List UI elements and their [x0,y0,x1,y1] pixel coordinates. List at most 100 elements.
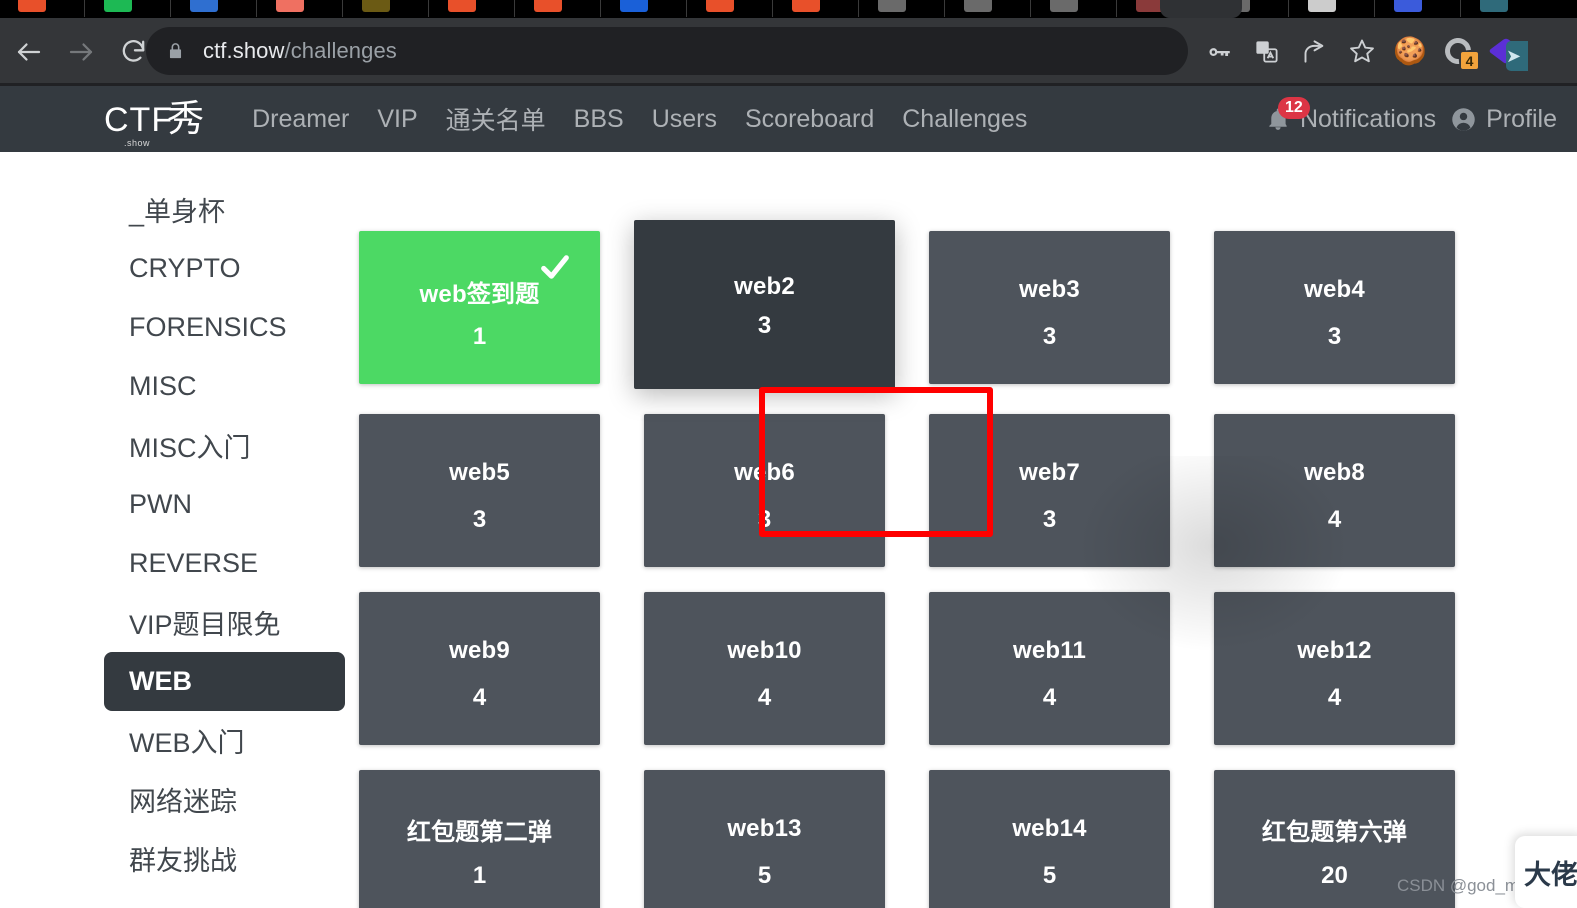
sidebar-item-PWN[interactable]: PWN [104,475,345,534]
sidebar-item-_单身杯[interactable]: _单身杯 [104,180,345,239]
profile-button[interactable]: Profile [1450,105,1557,134]
challenge-card[interactable]: web4 3 [1214,231,1455,384]
challenge-card[interactable]: web2 3 [634,220,895,389]
side-panel-icon[interactable]: ➤ [1506,41,1528,71]
browser-tab[interactable] [1308,0,1336,12]
browser-tab[interactable] [534,0,562,12]
challenge-title: 红包题第二弹 [406,818,553,846]
navbar-links: Dreamer VIP 通关名单 BBS Users Scoreboard Challeng… [238,101,1041,137]
challenge-score: 4 [1042,684,1057,711]
challenge-card[interactable]: web签到题 1 [359,231,600,384]
browser-tab[interactable] [1480,0,1508,12]
browser-tab[interactable] [878,0,906,12]
sidebar-item-MISC[interactable]: MISC [104,357,345,416]
challenge-title: web14 [1012,815,1087,842]
nav-link-vip[interactable]: VIP [363,105,431,134]
sidebar-item-网络迷踪[interactable]: 网络迷踪 [104,770,345,829]
browser-tab[interactable] [792,0,820,12]
page-content: CTF 秀 .show Dreamer VIP 通关名单 BBS Users Scoreb… [0,86,1577,908]
sidebar-item-MISC入门[interactable]: MISC入门 [104,416,345,475]
browser-tab[interactable] [104,0,132,12]
user-circle-icon [1450,106,1477,133]
back-button[interactable] [6,29,52,75]
challenge-card[interactable]: web11 4 [929,592,1170,745]
browser-tab[interactable] [276,0,304,12]
nav-link-通关名单[interactable]: 通关名单 [432,101,560,137]
sidebar-item-VIP题目限免[interactable]: VIP题目限免 [104,593,345,652]
challenge-card[interactable]: web14 5 [929,770,1170,908]
challenge-title: 红包题第六弹 [1261,818,1408,846]
browser-tab[interactable] [1050,0,1078,12]
challenge-card[interactable]: web8 4 [1214,414,1455,567]
nav-link-bbs[interactable]: BBS [560,105,638,134]
browser-tab-strip[interactable] [0,0,1577,18]
password-key-icon[interactable] [1196,29,1240,73]
challenge-card[interactable]: web3 3 [929,231,1170,384]
site-logo[interactable]: CTF 秀 .show [104,100,204,147]
tab-divider [1288,0,1289,17]
share-icon[interactable] [1292,29,1336,73]
sidebar-item-群友挑战[interactable]: 群友挑战 [104,829,345,888]
notifications-button[interactable]: 12 Notifications [1265,97,1436,134]
tab-divider [1460,0,1461,17]
challenge-title: web6 [734,459,795,486]
chat-popup[interactable]: 大佬 [1515,836,1577,908]
notifications-badge: 12 [1277,97,1310,119]
challenge-title: web3 [1019,276,1080,303]
active-tab[interactable] [1160,0,1242,18]
address-bar[interactable]: ctf.show/challenges [146,27,1188,75]
browser-tab[interactable] [362,0,390,12]
browser-tab[interactable] [190,0,218,12]
tab-divider [1116,0,1117,17]
url-text: ctf.show/challenges [203,38,397,64]
challenge-title: web2 [734,273,795,300]
challenge-card[interactable]: 红包题第二弹 1 [359,770,600,908]
sidebar-item-CRYPTO[interactable]: CRYPTO [104,239,345,298]
nav-link-users[interactable]: Users [638,105,731,134]
challenge-title: web5 [449,459,510,486]
bookmark-star-icon[interactable] [1340,29,1384,73]
toolbar-icon-group: G 🍪 4 7 ➤ [1196,27,1528,75]
tab-divider [342,0,343,17]
forward-button[interactable] [58,29,104,75]
challenge-card[interactable]: web13 5 [644,770,885,908]
cookie-extension-icon[interactable]: 🍪 [1388,29,1432,73]
challenge-card[interactable]: web7 3 [929,414,1170,567]
challenge-card[interactable]: web10 4 [644,592,885,745]
tab-divider [772,0,773,17]
challenge-score: 1 [472,862,487,889]
challenge-title: web9 [449,637,510,664]
navbar-right: 12 Notifications Profile [1265,97,1557,134]
challenge-card[interactable]: web5 3 [359,414,600,567]
browser-tab[interactable] [1394,0,1422,12]
challenge-title: web13 [727,815,802,842]
browser-tab[interactable] [706,0,734,12]
browser-tab[interactable] [18,0,46,12]
ring-extension-icon[interactable]: 4 [1436,29,1480,73]
nav-link-challenges[interactable]: Challenges [888,105,1041,134]
chat-popup-label: 大佬 [1524,859,1577,891]
browser-tab[interactable] [620,0,648,12]
challenge-title: web8 [1304,459,1365,486]
site-navbar: CTF 秀 .show Dreamer VIP 通关名单 BBS Users Scoreb… [0,86,1577,152]
translate-icon[interactable]: G [1244,29,1288,73]
sidebar-item-REVERSE[interactable]: REVERSE [104,534,345,593]
sidebar-item-WEB入门[interactable]: WEB入门 [104,711,345,770]
sidebar-item-WEB[interactable]: WEB [104,652,345,711]
challenge-card[interactable]: web9 4 [359,592,600,745]
url-host: ctf.show [203,38,285,63]
challenge-card[interactable]: web12 4 [1214,592,1455,745]
challenge-score: 1 [472,323,487,350]
browser-tab[interactable] [448,0,476,12]
logo-ctf-text: CTF [104,100,174,139]
sidebar-item-FORENSICS[interactable]: FORENSICS [104,298,345,357]
nav-link-dreamer[interactable]: Dreamer [238,105,363,134]
challenge-title: web4 [1304,276,1365,303]
challenge-score: 3 [1327,323,1342,350]
challenge-score: 3 [757,506,772,533]
url-path: /challenges [284,38,397,63]
browser-tab[interactable] [964,0,992,12]
challenge-score: 4 [757,684,772,711]
nav-link-scoreboard[interactable]: Scoreboard [731,105,888,134]
challenge-card[interactable]: web6 3 [644,414,885,567]
